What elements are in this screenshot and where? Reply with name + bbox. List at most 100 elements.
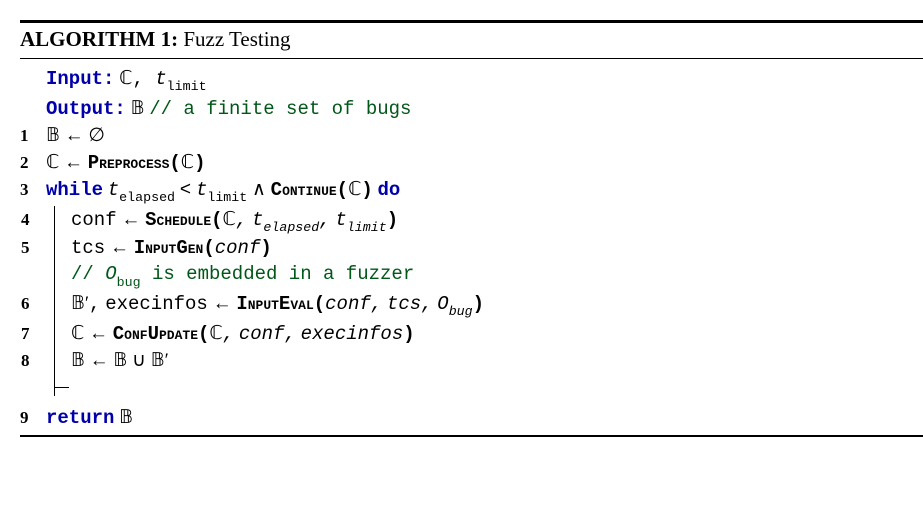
l4-fn: Schedule( (145, 209, 222, 231)
line-6: 6 𝔹′, execinfos ← InputEval(conf, tcs, O… (71, 290, 923, 320)
l2-fn: Preprocess( (88, 152, 181, 174)
l3-t2: t (196, 179, 207, 201)
l6-exec: execinfos (105, 293, 208, 315)
l6-c1: , (371, 293, 382, 315)
l7-c1: , (223, 323, 234, 345)
comment-content: // Obug is embedded in a fuzzer (71, 263, 923, 288)
l3-t: t (108, 179, 119, 201)
l4-c1: , (236, 209, 247, 231)
l5-fn: InputGen( (134, 237, 215, 259)
l7-arrow: ← (89, 323, 108, 344)
l4-t2sub: limit (347, 220, 387, 235)
output-B: 𝔹 (131, 98, 145, 119)
line-1-content: 𝔹 ← ∅ (46, 124, 923, 147)
input-t-sub: limit (167, 79, 207, 94)
l2-C2: ℂ (181, 152, 194, 173)
line-number: 8 (21, 351, 71, 371)
l5-tcs: tcs (71, 237, 105, 259)
while-block: 4 conf ← Schedule(ℂ, telapsed, tlimit) 5… (20, 206, 923, 404)
l8-B2: 𝔹 (113, 350, 127, 371)
l6-O: O (437, 293, 448, 315)
input-keyword: Input: (46, 68, 114, 90)
l5-close: ) (260, 237, 271, 259)
l6-comma: , (89, 293, 100, 315)
line-number: 7 (21, 324, 71, 344)
algorithm-body: Input: ℂ, tlimit Output: 𝔹 // a finite s… (20, 59, 923, 435)
l3-close: ) (361, 179, 372, 201)
l3-and: ∧ (252, 179, 266, 200)
l3-t2sub: limit (207, 190, 247, 205)
l6-fn: InputEval( (236, 293, 325, 315)
line-8: 8 𝔹 ← 𝔹 ∪ 𝔹′ (71, 347, 923, 374)
l7-c2: , (284, 323, 295, 345)
l9-return: return (46, 407, 114, 429)
line-5: 5 tcs ← InputGen(conf) (71, 235, 923, 261)
l5-arrow: ← (110, 237, 129, 258)
l3-lt: < (180, 179, 191, 201)
l6-arrow: ← (213, 293, 232, 314)
l1-arrow: ← (65, 125, 84, 146)
l6-c2: , (421, 293, 432, 315)
l9-B: 𝔹 (119, 407, 133, 428)
line-3: 3 while telapsed < tlimit ∧ Continue(ℂ) … (20, 176, 923, 206)
l4-t1: t (252, 209, 263, 231)
line-4: 4 conf ← Schedule(ℂ, telapsed, tlimit) (71, 206, 923, 236)
algorithm-title: Fuzz Testing (183, 27, 290, 51)
l4-c2: , (319, 209, 330, 231)
l8-arrow: ← (90, 350, 109, 371)
comment-O: O (105, 263, 116, 285)
line-2: 2 ℂ ← Preprocess(ℂ) (20, 149, 923, 176)
line-6-content: 𝔹′, execinfos ← InputEval(conf, tcs, Obu… (71, 292, 923, 318)
line-7: 7 ℂ ← ConfUpdate(ℂ, conf, execinfos) (71, 320, 923, 347)
l4-close: ) (387, 209, 398, 231)
line-number: 6 (21, 294, 71, 314)
l4-arrow: ← (121, 209, 140, 230)
l4-conf: conf (71, 209, 117, 231)
line-number: 5 (21, 238, 71, 258)
comment-t1: // (71, 263, 105, 285)
output-keyword: Output: (46, 98, 126, 120)
line-7-content: ℂ ← ConfUpdate(ℂ, conf, execinfos) (71, 322, 923, 345)
line-4-content: conf ← Schedule(ℂ, telapsed, tlimit) (71, 208, 923, 234)
l8-B: 𝔹 (71, 350, 85, 371)
l6-tcs: tcs (387, 293, 421, 315)
line-number: 2 (20, 153, 46, 173)
output-comment: // a finite set of bugs (149, 98, 411, 120)
output-content: Output: 𝔹 // a finite set of bugs (46, 97, 923, 120)
l4-t1sub: elapsed (263, 220, 319, 235)
line-8-content: 𝔹 ← 𝔹 ∪ 𝔹′ (71, 349, 923, 372)
line-9: 9 return 𝔹 (20, 404, 923, 431)
l3-fn: Continue( (271, 179, 348, 201)
line-comment: // Obug is embedded in a fuzzer (71, 261, 923, 290)
line-1: 1 𝔹 ← ∅ (20, 122, 923, 149)
l7-conf: conf (239, 323, 285, 345)
l1-B: 𝔹 (46, 125, 60, 146)
l2-arrow: ← (64, 152, 83, 173)
l6-Osub: bug (449, 304, 473, 319)
line-number: 3 (20, 180, 46, 200)
l7-C: ℂ (71, 323, 84, 344)
l7-fn: ConfUpdate( (113, 323, 210, 345)
input-t: t (155, 68, 166, 90)
line-2-content: ℂ ← Preprocess(ℂ) (46, 151, 923, 174)
l4-C: ℂ (223, 209, 236, 230)
l7-exec: execinfos (301, 323, 404, 345)
l3-while: while (46, 179, 103, 201)
l2-C: ℂ (46, 152, 59, 173)
line-number: 9 (20, 408, 46, 428)
line-9-content: return 𝔹 (46, 406, 923, 429)
algorithm-header: ALGORITHM 1: Fuzz Testing (20, 23, 923, 59)
comment-t2: is embedded in a fuzzer (141, 263, 415, 285)
input-C: ℂ (119, 68, 132, 89)
l6-conf: conf (325, 293, 371, 315)
input-content: Input: ℂ, tlimit (46, 67, 923, 93)
line-5-content: tcs ← InputGen(conf) (71, 237, 923, 259)
algorithm-block: ALGORITHM 1: Fuzz Testing Input: ℂ, tlim… (20, 20, 923, 437)
l8-cup: ∪ (132, 350, 146, 371)
l3-C: ℂ (348, 179, 361, 200)
line-3-content: while telapsed < tlimit ∧ Continue(ℂ) do (46, 178, 923, 204)
line-number: 4 (21, 210, 71, 230)
l2-close: ) (194, 152, 205, 174)
l3-tsub: elapsed (119, 190, 175, 205)
l6-close: ) (473, 293, 484, 315)
